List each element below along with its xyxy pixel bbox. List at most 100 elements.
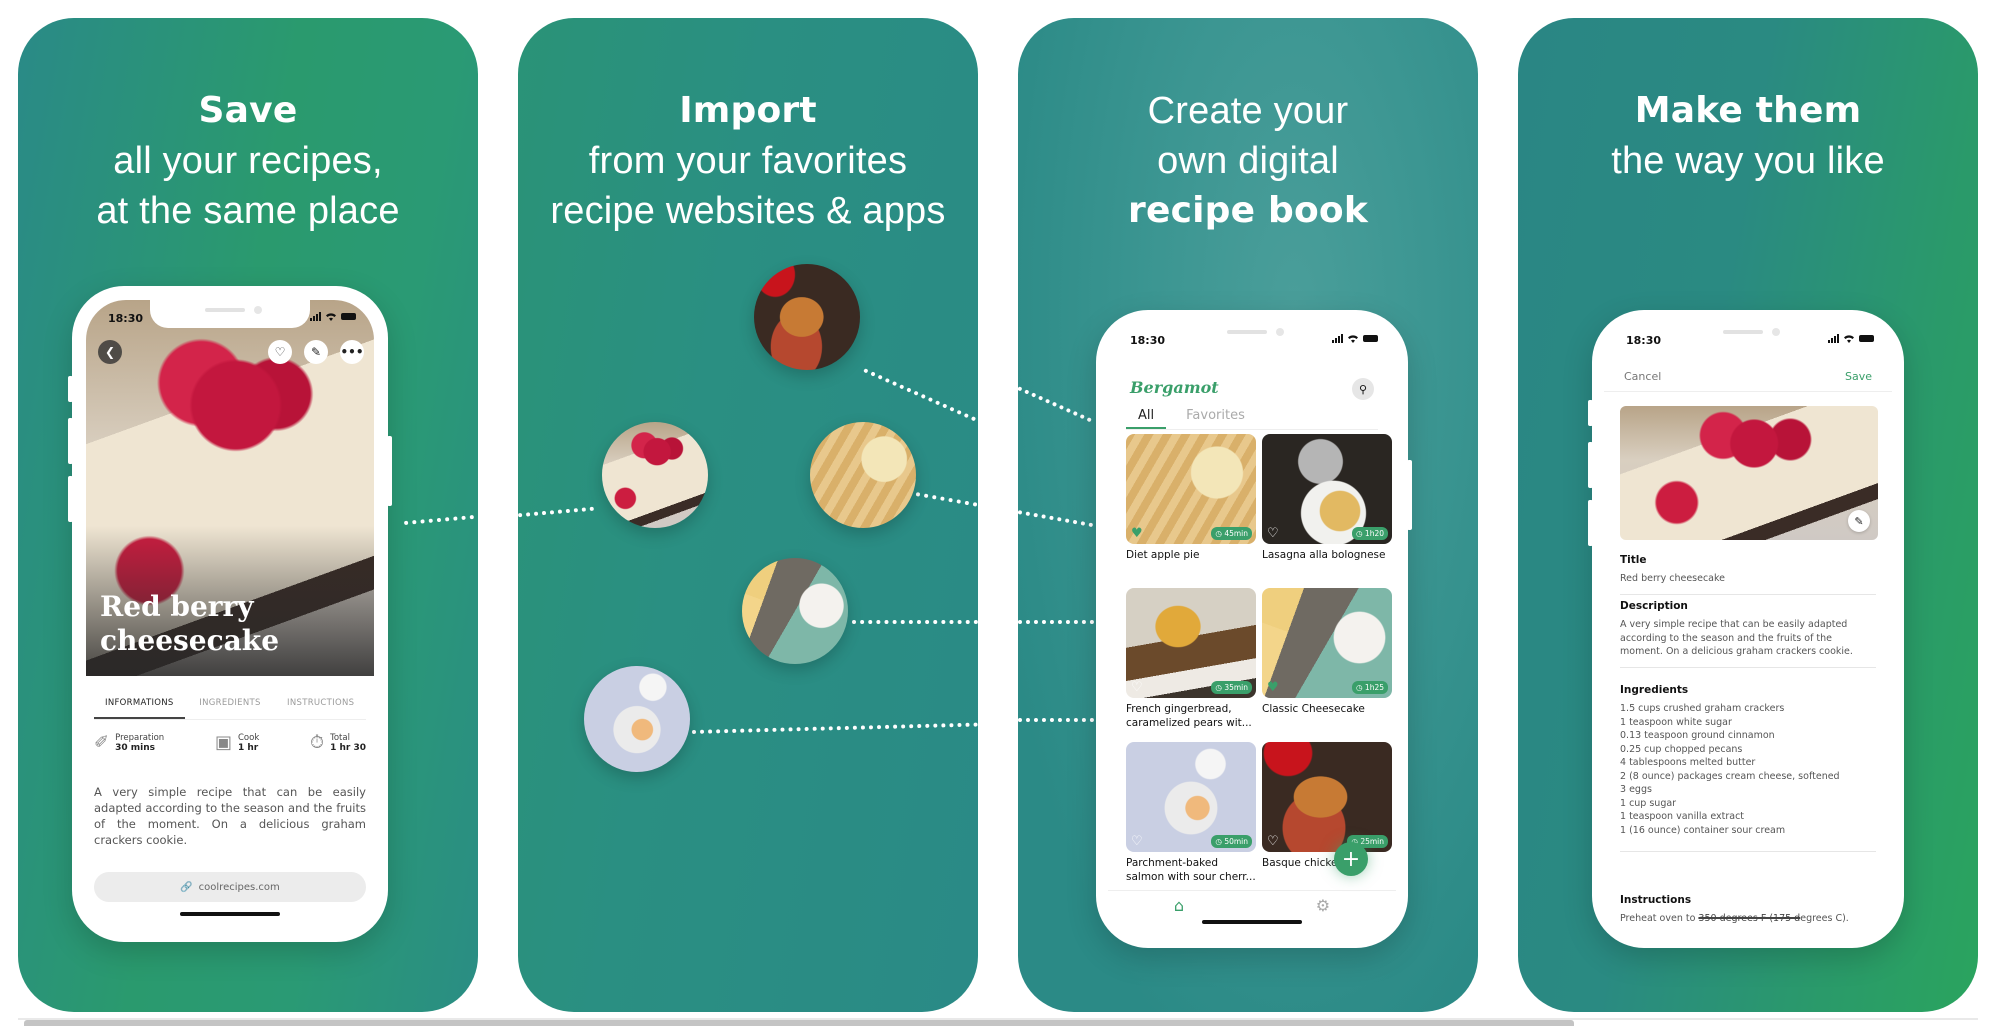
recipe-title: Red berry cheesecake [100,590,280,657]
recipe-name: Classic Cheesecake [1262,703,1365,715]
plus-icon: + [1341,846,1361,872]
phone-side-button [387,436,392,506]
recipe-name: Parchment-baked salmon with sour cherr..… [1126,857,1256,883]
favorite-button[interactable]: ♡ [268,340,292,364]
recipe-photo[interactable]: ✎ [1620,406,1878,540]
add-recipe-button[interactable]: + [1334,842,1368,876]
home-icon[interactable]: ⌂ [1174,896,1184,915]
recipe-card[interactable]: ♥ ◷ 45min Diet apple pie [1126,434,1256,588]
edit-photo-button[interactable]: ✎ [1848,510,1870,532]
panel-edit-headline: Make them the way you like [1611,90,1885,182]
time-badge: ◷ 45min [1211,527,1252,540]
home-indicator [180,912,280,916]
title-input[interactable]: Red berry cheesecake [1620,572,1876,586]
connector-dots [915,492,978,507]
horizontal-scrollbar-thumb[interactable] [24,1020,1574,1026]
ingredients-field[interactable]: Ingredients 1.5 cups crushed graham crac… [1620,684,1876,852]
heart-filled-icon[interactable]: ♥ [1267,680,1279,695]
wifi-icon [326,313,336,321]
recipe-name: Basque chicken [1262,857,1345,869]
recipe-card[interactable]: ♡ ◷ 50min Parchment-baked salmon with so… [1126,742,1256,896]
whisk-icon: ✐ [94,732,110,753]
time-preparation: ✐ Preparation 30 mins [94,732,165,753]
recipe-card[interactable]: ♡ ◷ 25min Basque chicken [1262,742,1392,896]
recipe-book-tabs: All Favorites [1126,404,1378,430]
recipe-name: Lasagna alla bolognese [1262,549,1386,561]
tab-instructions[interactable]: INSTRUCTIONS [275,692,366,719]
battery-icon [1859,335,1874,342]
panel-recipe-book-headline: Create your own digital recipe book [1128,90,1368,231]
phone-recipe-detail: Red berry cheesecake 18:30 ❮ ♡ ✎ ••• INF… [68,286,392,942]
heart-icon[interactable]: ♡ [1267,834,1279,849]
back-button[interactable]: ❮ [98,340,122,364]
recipe-grid: ♥ ◷ 45min Diet apple pie ♡ ◷ 1h20 Lasagn… [1126,434,1392,896]
status-bar: 18:30 [1108,322,1396,356]
recipe-card[interactable]: ♥ ◷ 1h25 Classic Cheesecake [1262,588,1392,742]
pencil-icon: ✎ [310,345,322,359]
recipe-image: ♡ ◷ 50min [1126,742,1256,852]
app-logo: Bergamot [1130,378,1219,397]
phone-recipe-book: 18:30 Bergamot ⚲ All Favorites ♥ ◷ 45min… [1096,310,1412,948]
tab-informations[interactable]: INFORMATIONS [94,692,185,719]
heart-icon[interactable]: ♡ [1267,526,1279,541]
search-icon: ⚲ [1358,382,1368,396]
gear-icon[interactable]: ⚙ [1316,896,1330,915]
edit-button[interactable]: ✎ [304,340,328,364]
time-total: ⏱ Total 1 hr 30 [310,732,366,753]
stopwatch-icon: ⏱ [310,732,325,753]
signal-icon [1332,334,1343,343]
recipe-card[interactable]: ♡ ◷ 1h20 Lasagna alla bolognese [1262,434,1392,588]
connector-dots [1018,620,1094,624]
search-button[interactable]: ⚲ [1352,378,1374,400]
recipe-name: Diet apple pie [1126,549,1200,561]
cancel-button[interactable]: Cancel [1624,370,1661,383]
heart-icon[interactable]: ♡ [1131,680,1143,695]
panel-import: Import from your favorites recipe websit… [518,18,978,1012]
heart-icon[interactable]: ♡ [1131,834,1143,849]
instructions-input[interactable]: Preheat oven to 350 degrees F (175 degre… [1620,912,1876,926]
import-source-apple-pie [810,422,916,528]
import-source-classic-cheesecake [742,558,848,664]
signal-icon [1828,334,1839,343]
connector-dots [518,506,595,518]
recipe-image: ♡ ◷ 1h20 [1262,434,1392,544]
edit-recipe-screen: 18:30 Cancel Save ✎ Title Red berry chee… [1604,322,1892,936]
connector-dots [852,620,978,624]
panel-save-headline: Save all your recipes, at the same place [96,90,400,232]
connector-dots [1018,510,1094,528]
tab-favorites[interactable]: Favorites [1174,404,1257,429]
tab-ingredients[interactable]: INGREDIENTS [185,692,276,719]
tab-all[interactable]: All [1126,404,1167,429]
more-options-button[interactable]: ••• [340,340,364,364]
title-field[interactable]: Title Red berry cheesecake [1620,554,1876,595]
heart-filled-icon[interactable]: ♥ [1131,526,1143,541]
recipe-tabs: INFORMATIONS INGREDIENTS INSTRUCTIONS [94,692,366,720]
link-icon: 🔗 [180,881,193,893]
time-badge: ◷ 1h25 [1351,681,1388,694]
bottom-nav: ⌂ ⚙ [1108,890,1396,920]
phone-edit-recipe: 18:30 Cancel Save ✎ Title Red berry chee… [1588,310,1904,948]
recipe-image: ♥ ◷ 45min [1126,434,1256,544]
recipe-image: ♥ ◷ 1h25 [1262,588,1392,698]
save-button[interactable]: Save [1845,370,1872,383]
wifi-icon [1348,335,1358,343]
description-input[interactable]: A very simple recipe that can be easily … [1620,618,1876,659]
status-bar: 18:30 [86,300,374,334]
recipe-times: ✐ Preparation 30 mins ▣ Cook 1 hr ⏱ Total 1… [94,732,366,753]
description-field[interactable]: Description A very simple recipe that ca… [1620,600,1876,668]
ingredients-input[interactable]: 1.5 cups crushed graham crackers 1 teasp… [1620,702,1876,837]
source-link-button[interactable]: 🔗 coolrecipes.com [94,872,366,902]
phone-side-button [68,376,73,402]
connector-dots [691,722,978,734]
instructions-field[interactable]: Instructions Preheat oven to 350 degrees… [1620,894,1876,926]
connector-dots [1018,386,1092,423]
pot-icon: ▣ [214,732,232,753]
home-indicator [1202,920,1302,924]
recipe-image: ♡ ◷ 25min [1262,742,1392,852]
heart-icon: ♡ [274,345,286,359]
connector-dots [1018,718,1094,722]
recipe-card[interactable]: ♡ ◷ 35min French gingerbread, caramelize… [1126,588,1256,742]
edit-nav-bar: Cancel Save [1604,362,1892,392]
recipe-hero-image: Red berry cheesecake [86,300,374,676]
import-source-basque-chicken [754,264,860,370]
